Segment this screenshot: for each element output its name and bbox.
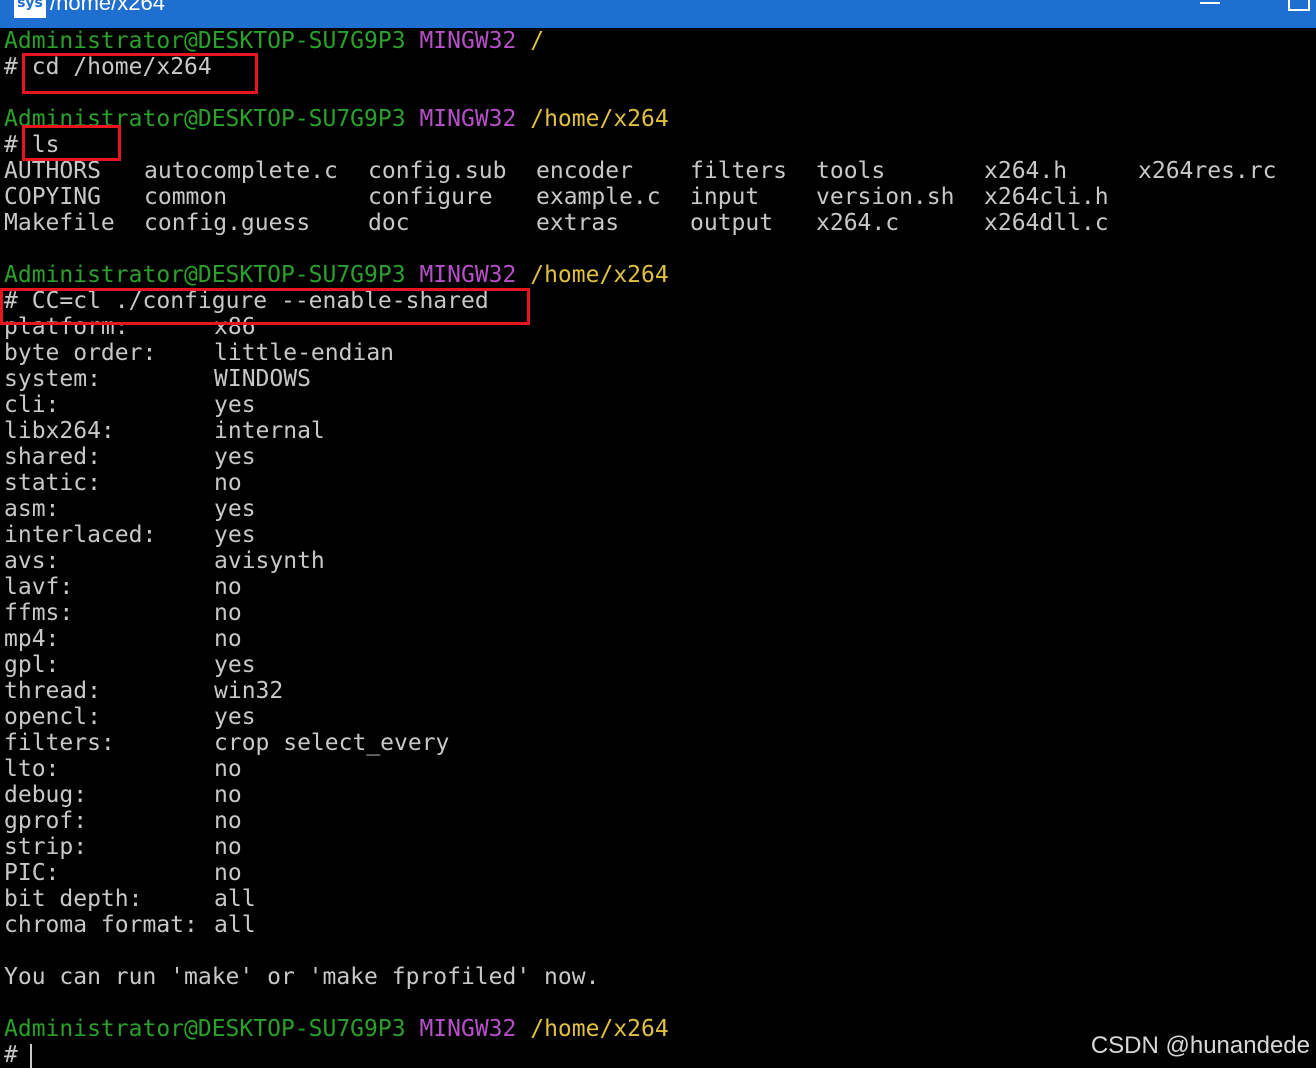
prompt-user: Administrator@DESKTOP-SU7G9P3	[4, 262, 406, 288]
config-value: yes	[214, 704, 256, 730]
prompt-env: MINGW32	[419, 1016, 517, 1042]
config-value: no	[214, 782, 242, 808]
prompt-path: /	[530, 28, 545, 54]
config-key: gprof:	[4, 808, 88, 834]
prompt-path: /home/x264	[530, 262, 669, 288]
config-value: internal	[214, 418, 325, 444]
prompt-user: Administrator@DESKTOP-SU7G9P3	[4, 28, 406, 54]
ls-entry: AUTHORS	[4, 158, 101, 184]
ls-entry: extras	[536, 210, 620, 236]
config-value: no	[214, 470, 242, 496]
highlight-box-cd	[22, 53, 258, 94]
config-value: little-endian	[214, 340, 395, 366]
config-key: avs:	[4, 548, 60, 574]
config-key: thread:	[4, 678, 101, 704]
ls-entry: x264.h	[984, 158, 1068, 184]
ls-entry: x264dll.c	[984, 210, 1109, 236]
prompt-path: /home/x264	[530, 106, 669, 132]
config-value: avisynth	[214, 548, 325, 574]
config-key: asm:	[4, 496, 60, 522]
config-value: all	[214, 886, 256, 912]
config-value: no	[214, 574, 242, 600]
title-bar[interactable]: sys /home/x264	[0, 0, 1316, 28]
config-key: shared:	[4, 444, 101, 470]
config-value: no	[214, 808, 242, 834]
config-value: no	[214, 834, 242, 860]
config-key: ffms:	[4, 600, 74, 626]
config-key: filters:	[4, 730, 115, 756]
prompt-symbol: #	[4, 1042, 18, 1068]
config-value: no	[214, 600, 242, 626]
csdn-watermark: CSDN @hunandede	[1090, 1032, 1310, 1059]
msys-icon: sys	[14, 0, 46, 18]
highlight-box-ls	[22, 125, 121, 161]
prompt-user: Administrator@DESKTOP-SU7G9P3	[4, 1016, 406, 1042]
prompt-env: MINGW32	[419, 262, 517, 288]
ls-entry: config.sub	[368, 158, 507, 184]
command-line[interactable]: #	[4, 1042, 18, 1068]
config-key: opencl:	[4, 704, 101, 730]
ls-entry: filters	[690, 158, 787, 184]
window-title: /home/x264	[50, 0, 165, 15]
config-key: chroma format:	[4, 912, 198, 938]
prompt-line: Administrator@DESKTOP-SU7G9P3 MINGW32 /	[4, 28, 544, 54]
ls-entry: output	[690, 210, 774, 236]
prompt-env: MINGW32	[419, 106, 517, 132]
config-value: no	[214, 860, 242, 886]
config-value: win32	[214, 678, 284, 704]
config-value: yes	[214, 652, 256, 678]
ls-entry: x264cli.h	[984, 184, 1109, 210]
ls-entry: version.sh	[816, 184, 955, 210]
ls-entry: x264.c	[816, 210, 900, 236]
config-key: lto:	[4, 756, 60, 782]
config-value: yes	[214, 444, 256, 470]
ls-entry: COPYING	[4, 184, 101, 210]
prompt-path: /home/x264	[530, 1016, 669, 1042]
config-key: libx264:	[4, 418, 115, 444]
config-key: static:	[4, 470, 101, 496]
maximize-button[interactable]	[1288, 0, 1310, 11]
config-value: yes	[214, 522, 256, 548]
ls-entry: tools	[816, 158, 886, 184]
config-value: no	[214, 756, 242, 782]
prompt-symbol: #	[4, 54, 18, 80]
config-value: WINDOWS	[214, 366, 311, 392]
minimize-button[interactable]	[1200, 0, 1220, 4]
config-key: PIC:	[4, 860, 60, 886]
prompt-line: Administrator@DESKTOP-SU7G9P3 MINGW32 /h…	[4, 262, 669, 288]
config-key: mp4:	[4, 626, 60, 652]
ls-entry: configure	[368, 184, 493, 210]
config-value: all	[214, 912, 256, 938]
config-key: gpl:	[4, 652, 60, 678]
config-value: yes	[214, 392, 256, 418]
config-key: lavf:	[4, 574, 74, 600]
ls-entry: example.c	[536, 184, 661, 210]
config-key: cli:	[4, 392, 60, 418]
ls-entry: config.guess	[144, 210, 311, 236]
config-key: interlaced:	[4, 522, 157, 548]
config-key: strip:	[4, 834, 88, 860]
prompt-env: MINGW32	[419, 28, 517, 54]
config-key: bit depth:	[4, 886, 143, 912]
prompt-symbol: #	[4, 132, 18, 158]
ls-entry: doc	[368, 210, 410, 236]
ls-entry: autocomplete.c	[144, 158, 338, 184]
ls-entry: Makefile	[4, 210, 115, 236]
config-value: yes	[214, 496, 256, 522]
config-key: byte order:	[4, 340, 157, 366]
ls-entry: encoder	[536, 158, 633, 184]
config-value: crop select_every	[214, 730, 450, 756]
terminal-output[interactable]: Administrator@DESKTOP-SU7G9P3 MINGW32 / …	[0, 28, 1316, 1068]
text-cursor	[30, 1044, 32, 1068]
highlight-box-configure	[0, 288, 530, 325]
config-value: no	[214, 626, 242, 652]
ls-entry: x264res.rc	[1138, 158, 1277, 184]
final-message: You can run 'make' or 'make fprofiled' n…	[4, 964, 600, 990]
config-key: debug:	[4, 782, 88, 808]
ls-entry: common	[144, 184, 228, 210]
config-key: system:	[4, 366, 101, 392]
prompt-line: Administrator@DESKTOP-SU7G9P3 MINGW32 /h…	[4, 1016, 669, 1042]
ls-entry: input	[690, 184, 760, 210]
